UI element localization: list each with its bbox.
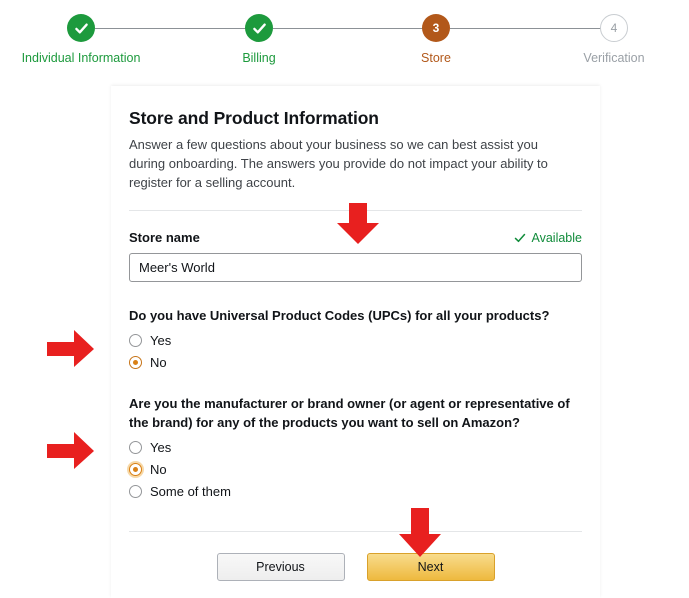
radio-circle-icon[interactable] <box>129 334 142 348</box>
step-2-label: Billing <box>242 51 276 65</box>
radio-circle-icon[interactable] <box>129 356 142 370</box>
arrow-pointing-to-store-name-input <box>337 203 379 244</box>
question-upc-text: Do you have Universal Product Codes (UPC… <box>129 308 550 324</box>
store-name-availability-status: Available <box>514 231 582 245</box>
step-individual-information[interactable]: Individual Information <box>0 14 166 65</box>
previous-button[interactable]: Previous <box>216 552 345 581</box>
radio-label: Yes <box>150 439 172 455</box>
step-1-label: Individual Information <box>21 51 141 65</box>
form-actions: Previous Next <box>129 552 582 581</box>
radio-label: No <box>150 355 167 371</box>
check-icon <box>74 22 88 34</box>
store-name-input[interactable] <box>129 253 582 283</box>
step-2-circle <box>245 14 273 42</box>
step-3-circle: 3 <box>422 14 450 42</box>
radio-option-brand-no[interactable]: No <box>129 462 582 477</box>
radio-option-brand-yes[interactable]: Yes <box>129 440 582 455</box>
radio-label: Yes <box>150 333 172 349</box>
progress-stepper: Individual Information Billing 3 Store 4… <box>0 0 689 80</box>
arrow-pointing-to-brand-no-option <box>47 432 94 469</box>
arrow-pointing-to-next-button <box>399 508 441 557</box>
radio-circle-icon[interactable] <box>129 484 142 498</box>
step-billing[interactable]: Billing <box>174 14 344 65</box>
store-name-label: Store name <box>129 230 200 246</box>
radio-circle-icon[interactable] <box>129 440 142 454</box>
step-store[interactable]: 3 Store <box>351 14 521 65</box>
radio-option-upc-yes[interactable]: Yes <box>129 333 582 348</box>
step-1-circle <box>67 14 95 42</box>
radio-circle-icon[interactable] <box>129 462 142 476</box>
stepper-connector-1 <box>95 28 265 29</box>
radio-label: Some of them <box>150 483 231 499</box>
step-4-label: Verification <box>583 51 645 65</box>
step-verification[interactable]: 4 Verification <box>529 14 689 65</box>
step-3-label: Store <box>421 51 451 65</box>
check-icon <box>252 22 266 34</box>
arrow-pointing-to-upc-no-option <box>47 330 94 367</box>
check-icon <box>515 233 526 242</box>
page-title: Store and Product Information <box>129 108 379 128</box>
radio-option-upc-no[interactable]: No <box>129 355 582 370</box>
stepper-connector-2 <box>273 28 443 29</box>
radio-option-brand-some[interactable]: Some of them <box>129 484 582 499</box>
divider-bottom <box>129 530 582 532</box>
store-information-card: Store and Product Information Answer a f… <box>111 86 600 598</box>
stepper-connector-3 <box>450 28 610 29</box>
step-4-circle: 4 <box>600 14 628 42</box>
radio-label: No <box>150 461 167 477</box>
page-description: Answer a few questions about your busine… <box>129 137 548 191</box>
question-brand-owner-text: Are you the manufacturer or brand owner … <box>129 396 570 431</box>
availability-text: Available <box>531 230 582 245</box>
